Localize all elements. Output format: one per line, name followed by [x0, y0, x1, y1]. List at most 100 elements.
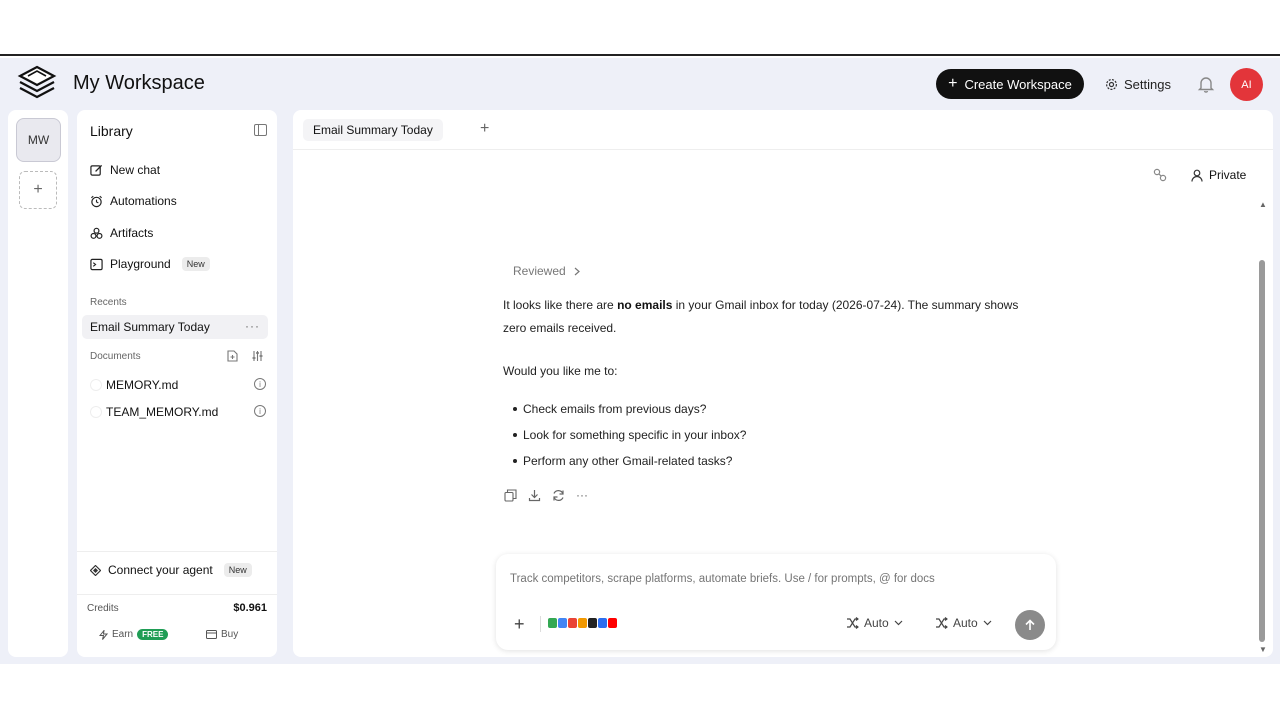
earn-label: Earn	[112, 629, 134, 640]
prompt-input[interactable]	[510, 573, 1030, 585]
chevron-down-icon	[983, 620, 992, 626]
sidebar-item-label: New chat	[110, 163, 161, 177]
workspace-rail: MW +	[8, 110, 68, 657]
bottom-band	[0, 664, 1280, 720]
document-item-team-memory[interactable]: TEAM_MEMORY.md i	[90, 402, 266, 422]
connected-apps[interactable]	[548, 618, 617, 628]
maps-icon	[548, 618, 557, 628]
app-window: My Workspace + Create Workspace Settings…	[0, 58, 1280, 664]
send-button[interactable]	[1015, 610, 1045, 640]
alarm-icon	[90, 195, 103, 208]
gear-icon	[1106, 78, 1117, 90]
sidebar-toggle-icon[interactable]	[254, 124, 267, 136]
document-item-memory[interactable]: MEMORY.md i	[90, 375, 266, 395]
new-badge: New	[181, 257, 210, 271]
diamond-icon	[90, 564, 101, 576]
plus-icon: +	[948, 75, 958, 92]
bell-icon[interactable]	[1196, 74, 1216, 94]
gmail-icon	[568, 618, 577, 628]
model-select-value: Auto	[864, 616, 889, 630]
recents-heading: Recents	[90, 297, 127, 308]
new-badge: New	[223, 563, 252, 577]
buy-button[interactable]: Buy	[206, 629, 238, 640]
reviewed-label: Reviewed	[513, 264, 566, 278]
new-document-icon[interactable]	[227, 350, 238, 362]
card-icon	[206, 630, 217, 639]
more-options-icon[interactable]: ···	[245, 319, 260, 333]
chevron-down-icon	[894, 620, 903, 626]
mode-select-value: Auto	[953, 616, 978, 630]
list-item: Perform any other Gmail-related tasks?	[513, 448, 746, 474]
sidebar-item-playground[interactable]: Playground New	[90, 253, 210, 275]
buy-label: Buy	[221, 629, 239, 640]
library-sidebar: Library New chat Automations Artifacts P…	[77, 110, 277, 657]
message-text: It looks like there are	[503, 298, 618, 312]
regenerate-icon[interactable]	[551, 488, 565, 502]
tab-email-summary-today[interactable]: Email Summary Today	[303, 119, 443, 141]
workspace-badge[interactable]: MW	[16, 118, 61, 162]
document-label: MEMORY.md	[106, 378, 179, 392]
info-icon[interactable]: i	[254, 405, 266, 417]
link-icon[interactable]	[1153, 168, 1167, 182]
model-select[interactable]: Auto	[846, 616, 903, 630]
chevron-right-icon	[574, 267, 580, 275]
sidebar-item-label: Artifacts	[110, 226, 154, 240]
mode-select[interactable]: Auto	[935, 616, 992, 630]
sidebar-item-automations[interactable]: Automations	[90, 190, 177, 212]
sidebar-item-label: Automations	[110, 194, 177, 208]
assistant-message: It looks like there are no emails in you…	[503, 294, 1043, 340]
copy-icon[interactable]	[503, 488, 517, 502]
credits-label: Credits	[87, 603, 119, 614]
workspace-logo-icon[interactable]	[16, 64, 58, 104]
sidebar-item-label: Playground	[110, 257, 171, 271]
plus-icon: +	[33, 181, 43, 198]
recent-item-label: Email Summary Today	[90, 320, 210, 334]
reviewed-toggle[interactable]: Reviewed	[513, 264, 580, 278]
documents-heading: Documents	[90, 351, 141, 362]
composer: + Auto Auto	[496, 554, 1056, 650]
more-options-icon[interactable]: ···	[575, 488, 589, 502]
top-band	[0, 0, 1280, 56]
scroll-down-arrow-icon[interactable]: ▼	[1259, 645, 1267, 654]
download-icon[interactable]	[527, 488, 541, 502]
user-icon	[1191, 169, 1203, 182]
connect-agent-button[interactable]: Connect your agent New	[90, 563, 252, 577]
message-actions: ···	[503, 488, 589, 502]
lightning-icon	[99, 629, 108, 640]
google-icon	[558, 618, 567, 628]
edit-icon	[90, 164, 103, 177]
info-icon[interactable]: i	[254, 378, 266, 390]
divider	[77, 551, 277, 552]
message-emphasis: no emails	[617, 298, 673, 312]
sidebar-item-artifacts[interactable]: Artifacts	[90, 222, 153, 244]
privacy-button[interactable]: Private	[1181, 162, 1256, 188]
privacy-label: Private	[1209, 168, 1247, 182]
documents-actions	[227, 350, 263, 362]
avatar[interactable]: AI	[1230, 68, 1263, 101]
create-workspace-button[interactable]: + Create Workspace	[936, 69, 1084, 99]
create-workspace-label: Create Workspace	[964, 76, 1072, 92]
youtube-icon	[608, 618, 617, 628]
new-tab-button[interactable]: +	[480, 120, 489, 138]
arrow-up-icon	[1025, 619, 1035, 630]
artifacts-icon	[90, 227, 103, 240]
earn-button[interactable]: Earn FREE	[99, 629, 169, 640]
message-question: Would you like me to:	[503, 364, 618, 378]
library-title: Library	[90, 123, 133, 139]
list-item: Check emails from previous days?	[513, 396, 746, 422]
chat-panel: Email Summary Today + Private ▲ ▼ Review…	[293, 110, 1273, 657]
sidebar-item-new-chat[interactable]: New chat	[90, 159, 160, 181]
settings-button[interactable]: Settings	[1094, 69, 1182, 99]
notion-icon	[588, 618, 597, 628]
scroll-up-arrow-icon[interactable]: ▲	[1259, 200, 1267, 209]
attach-button[interactable]: +	[514, 614, 525, 635]
filter-icon[interactable]	[252, 350, 263, 362]
workspace-title: My Workspace	[73, 72, 205, 94]
suggestion-list: Check emails from previous days? Look fo…	[513, 396, 746, 474]
settings-label: Settings	[1124, 76, 1171, 92]
recent-item-email-summary[interactable]: Email Summary Today ···	[82, 315, 268, 339]
divider	[540, 616, 541, 632]
docs-icon	[598, 618, 607, 628]
add-workspace-button[interactable]: +	[19, 171, 57, 209]
scrollbar[interactable]	[1259, 260, 1265, 642]
